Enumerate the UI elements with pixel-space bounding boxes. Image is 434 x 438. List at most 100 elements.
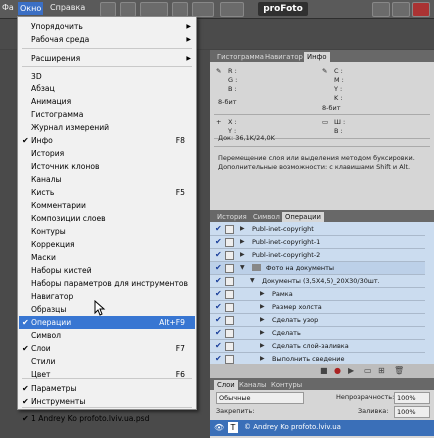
dialog-toggle-icon[interactable] xyxy=(225,342,234,351)
new-set-icon[interactable]: ▭ xyxy=(364,366,372,375)
checkbox-icon[interactable]: ✔ xyxy=(215,342,223,350)
tab-character[interactable]: Символ xyxy=(250,212,283,222)
dialog-toggle-icon[interactable] xyxy=(225,238,234,247)
tab-navigator[interactable]: Навигатор xyxy=(262,52,306,62)
action-row[interactable]: ✔ ▶ Сделать слой-заливка xyxy=(210,340,425,353)
action-row[interactable]: ✔ ▼ Документы (3,5X4,5)_20X30/30шт. xyxy=(210,275,425,288)
expand-icon[interactable]: ▶ xyxy=(240,223,245,235)
play-icon[interactable]: ▶ xyxy=(348,366,354,375)
menu-item[interactable]: Рабочая среда ▶ xyxy=(19,33,195,46)
expand-icon[interactable]: ▶ xyxy=(260,288,265,300)
blend-mode-select[interactable]: Обычные xyxy=(216,392,304,404)
checkbox-icon[interactable]: ✔ xyxy=(215,225,223,233)
tab-actions[interactable]: Операции xyxy=(282,212,324,222)
menu-item[interactable]: ✔ Параметры xyxy=(19,382,195,395)
menu-item[interactable]: Коррекция xyxy=(19,238,195,251)
dialog-toggle-icon[interactable] xyxy=(225,316,234,325)
opacity-field[interactable]: 100% xyxy=(394,392,430,404)
checkbox-icon[interactable]: ✔ xyxy=(215,303,223,311)
dialog-toggle-icon[interactable] xyxy=(225,251,234,260)
menu-item[interactable]: Расширения ▶ xyxy=(19,52,195,65)
menu-item[interactable]: Анимация xyxy=(19,95,195,108)
dialog-toggle-icon[interactable] xyxy=(225,225,234,234)
menu-item[interactable]: Образцы xyxy=(19,303,195,316)
action-row[interactable]: ✔ ▶ Сделать узор xyxy=(210,314,425,327)
menu-item[interactable]: Цвет F6 xyxy=(19,368,195,381)
expand-icon[interactable]: ▶ xyxy=(240,249,245,261)
menu-item[interactable]: Наборы кистей xyxy=(19,264,195,277)
menu-item[interactable]: ✔ 1 Andrey Ko profoto.lviv.ua.psd xyxy=(19,412,195,425)
hand-tool-icon[interactable] xyxy=(172,2,188,17)
record-icon[interactable]: ● xyxy=(334,366,341,375)
new-action-icon[interactable]: ⊞ xyxy=(378,366,385,375)
close-button[interactable] xyxy=(412,2,430,17)
eye-icon[interactable]: 👁 xyxy=(214,423,224,432)
expand-icon[interactable]: ▶ xyxy=(260,327,265,339)
minibridge-icon[interactable] xyxy=(120,2,136,17)
arrange-icon[interactable] xyxy=(192,2,214,17)
menu-item[interactable]: Комментарии xyxy=(19,199,195,212)
expand-icon[interactable]: ▶ xyxy=(240,236,245,248)
maximize-button[interactable] xyxy=(392,2,410,17)
checkbox-icon[interactable]: ✔ xyxy=(215,316,223,324)
menu-item[interactable]: Кисть F5 xyxy=(19,186,195,199)
checkbox-icon[interactable]: ✔ xyxy=(215,277,223,285)
action-row[interactable]: ✔ ▶ Publ-inet-copyright-2 xyxy=(210,249,425,262)
screen-mode-icon[interactable] xyxy=(220,2,244,17)
menu-item[interactable]: Наборы параметров для инструментов xyxy=(19,277,195,290)
checkbox-icon[interactable]: ✔ xyxy=(215,251,223,259)
action-row[interactable]: ✔ ▶ Publ-inet-copyright-1 xyxy=(210,236,425,249)
tab-channels[interactable]: Каналы xyxy=(236,380,269,390)
action-row[interactable]: ✔ ▶ Рамка xyxy=(210,288,425,301)
menu-item[interactable]: ✔ Инструменты xyxy=(19,395,195,408)
menu-help[interactable]: Справка xyxy=(50,3,85,12)
action-row[interactable]: ✔ ▼ Фото на документы xyxy=(210,262,425,275)
checkbox-icon[interactable]: ✔ xyxy=(215,264,223,272)
bridge-icon[interactable] xyxy=(100,2,116,17)
menu-file[interactable]: Фа xyxy=(2,3,14,12)
dialog-toggle-icon[interactable] xyxy=(225,264,234,273)
tab-history[interactable]: История xyxy=(214,212,250,222)
menu-item[interactable]: Символ xyxy=(19,329,195,342)
dialog-toggle-icon[interactable] xyxy=(225,290,234,299)
tab-histogram[interactable]: Гистограмма xyxy=(214,52,267,62)
menu-item[interactable]: Источник клонов xyxy=(19,160,195,173)
expand-icon[interactable]: ▶ xyxy=(260,340,265,352)
tab-paths[interactable]: Контуры xyxy=(268,380,305,390)
dialog-toggle-icon[interactable] xyxy=(225,303,234,312)
checkbox-icon[interactable]: ✔ xyxy=(215,290,223,298)
checkbox-icon[interactable]: ✔ xyxy=(215,238,223,246)
menu-item[interactable]: Навигатор xyxy=(19,290,195,303)
menu-item[interactable]: Абзац xyxy=(19,82,195,95)
zoom-dropdown[interactable] xyxy=(140,2,168,17)
expand-icon[interactable]: ▼ xyxy=(240,262,245,274)
action-row[interactable]: ✔ ▶ Publ-inet-copyright xyxy=(210,223,425,236)
menu-item[interactable]: Маски xyxy=(19,251,195,264)
action-row[interactable]: ✔ ▶ Размер холста xyxy=(210,301,425,314)
action-row[interactable]: ✔ ▶ Сделать xyxy=(210,327,425,340)
checkbox-icon[interactable]: ✔ xyxy=(215,329,223,337)
menu-item[interactable]: ✔ Инфо F8 xyxy=(19,134,195,147)
stop-icon[interactable]: ■ xyxy=(320,366,328,375)
tab-info[interactable]: Инфо xyxy=(304,52,330,62)
minimize-button[interactable] xyxy=(372,2,390,17)
menu-item[interactable]: Каналы xyxy=(19,173,195,186)
menu-item[interactable]: Контуры xyxy=(19,225,195,238)
fill-field[interactable]: 100% xyxy=(394,406,430,418)
menu-item[interactable]: ✔ Операции Alt+F9 xyxy=(19,316,195,329)
menu-item[interactable]: История xyxy=(19,147,195,160)
menu-item[interactable]: Стили xyxy=(19,355,195,368)
menu-item[interactable]: Гистограмма xyxy=(19,108,195,121)
menu-item[interactable]: Журнал измерений xyxy=(19,121,195,134)
menu-window[interactable]: Окно xyxy=(18,2,44,15)
expand-icon[interactable]: ▶ xyxy=(260,314,265,326)
expand-icon[interactable]: ▼ xyxy=(250,275,255,287)
expand-icon[interactable]: ▶ xyxy=(260,301,265,313)
workspace-label[interactable]: proFoto xyxy=(258,2,308,16)
menu-item[interactable]: Композиции слоев xyxy=(19,212,195,225)
menu-item[interactable]: Упорядочить ▶ xyxy=(19,20,195,33)
dialog-toggle-icon[interactable] xyxy=(225,277,234,286)
checkbox-icon[interactable]: ✔ xyxy=(215,355,223,363)
dialog-toggle-icon[interactable] xyxy=(225,329,234,338)
menu-item[interactable]: ✔ Слои F7 xyxy=(19,342,195,355)
